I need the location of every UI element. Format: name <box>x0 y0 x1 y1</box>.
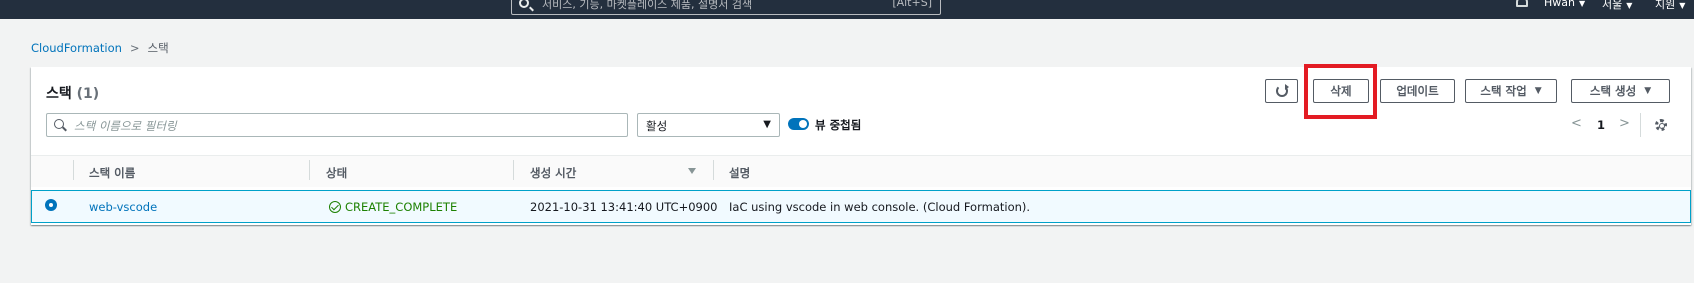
column-header-status[interactable]: 상태 <box>326 165 347 181</box>
check-circle-icon <box>329 201 341 213</box>
breadcrumb: CloudFormation > 스택 <box>31 40 169 56</box>
gear-icon[interactable] <box>1655 119 1667 131</box>
chevron-left-icon[interactable]: < <box>1571 116 1582 131</box>
stack-actions-label: 스택 작업 <box>1480 84 1527 98</box>
refresh-icon <box>1275 84 1289 97</box>
filter-placeholder: 스택 이름으로 필터링 <box>74 119 177 133</box>
panel-title-text: 스택 <box>46 86 72 102</box>
update-button[interactable]: 업데이트 <box>1380 79 1455 103</box>
pager-divider <box>1640 113 1641 137</box>
table-header <box>31 155 1691 187</box>
current-page-number[interactable]: 1 <box>1597 118 1605 132</box>
caret-down-icon: ▼ <box>1534 86 1542 96</box>
support-menu[interactable]: 지원 ▼ <box>1655 0 1685 12</box>
region-name: 서울 <box>1602 0 1623 11</box>
stack-name-link[interactable]: web-vscode <box>89 200 157 214</box>
column-divider <box>309 160 310 180</box>
user-menu[interactable]: Hwan ▼ <box>1544 0 1585 9</box>
nested-view-toggle[interactable] <box>788 118 809 130</box>
column-divider <box>713 160 714 180</box>
status-filter-value: 활성 <box>646 119 668 133</box>
caret-down-icon: ▼ <box>1626 1 1633 10</box>
chevron-right-icon: > <box>129 41 140 55</box>
stack-name-filter[interactable]: 스택 이름으로 필터링 <box>46 113 628 137</box>
user-name: Hwan <box>1544 0 1575 9</box>
status-filter-select[interactable]: 활성 ▼ <box>637 113 780 137</box>
created-time-cell: 2021-10-31 13:41:40 UTC+0900 <box>530 200 718 214</box>
create-stack-button[interactable]: 스택 생성 ▼ <box>1571 79 1670 103</box>
refresh-button[interactable] <box>1265 79 1298 103</box>
bell-icon[interactable] <box>1516 0 1528 7</box>
caret-down-icon: ▼ <box>1679 1 1686 10</box>
create-stack-label: 스택 생성 <box>1589 84 1637 98</box>
column-divider <box>513 160 514 180</box>
status-text: CREATE_COMPLETE <box>345 200 458 214</box>
column-header-stack-name[interactable]: 스택 이름 <box>89 165 135 181</box>
column-header-created[interactable]: 생성 시간 <box>530 165 576 181</box>
update-button-label: 업데이트 <box>1396 84 1439 98</box>
panel-title: 스택 (1) <box>46 83 99 103</box>
breadcrumb-current: 스택 <box>147 41 169 55</box>
annotation-highlight-box <box>1304 64 1377 119</box>
row-select-radio[interactable] <box>45 199 57 211</box>
status-cell: CREATE_COMPLETE <box>329 200 457 214</box>
search-icon <box>54 119 64 129</box>
nested-view-label: 뷰 중첩됨 <box>815 118 862 132</box>
stack-actions-button[interactable]: 스택 작업 ▼ <box>1465 79 1557 103</box>
caret-down-icon: ▼ <box>1578 0 1586 8</box>
global-search-box[interactable]: 서비스, 기능, 마켓플레이스 제품, 설명서 검색 [Alt+S] <box>511 0 941 15</box>
support-label: 지원 <box>1655 0 1676 11</box>
caret-down-icon: ▼ <box>763 119 771 130</box>
column-header-description[interactable]: 설명 <box>729 165 750 181</box>
chevron-right-icon[interactable]: > <box>1619 116 1630 131</box>
search-shortcut-hint: [Alt+S] <box>892 0 932 9</box>
global-search-placeholder: 서비스, 기능, 마켓플레이스 제품, 설명서 검색 <box>542 0 753 11</box>
description-cell: IaC using vscode in web console. (Cloud … <box>729 200 1031 214</box>
sort-descending-icon[interactable] <box>688 168 696 174</box>
search-icon <box>519 0 529 8</box>
stack-count: (1) <box>76 86 100 102</box>
breadcrumb-cloudformation-link[interactable]: CloudFormation <box>31 41 122 55</box>
caret-down-icon: ▼ <box>1644 86 1652 96</box>
column-divider <box>73 160 74 180</box>
region-menu[interactable]: 서울 ▼ <box>1602 0 1632 12</box>
